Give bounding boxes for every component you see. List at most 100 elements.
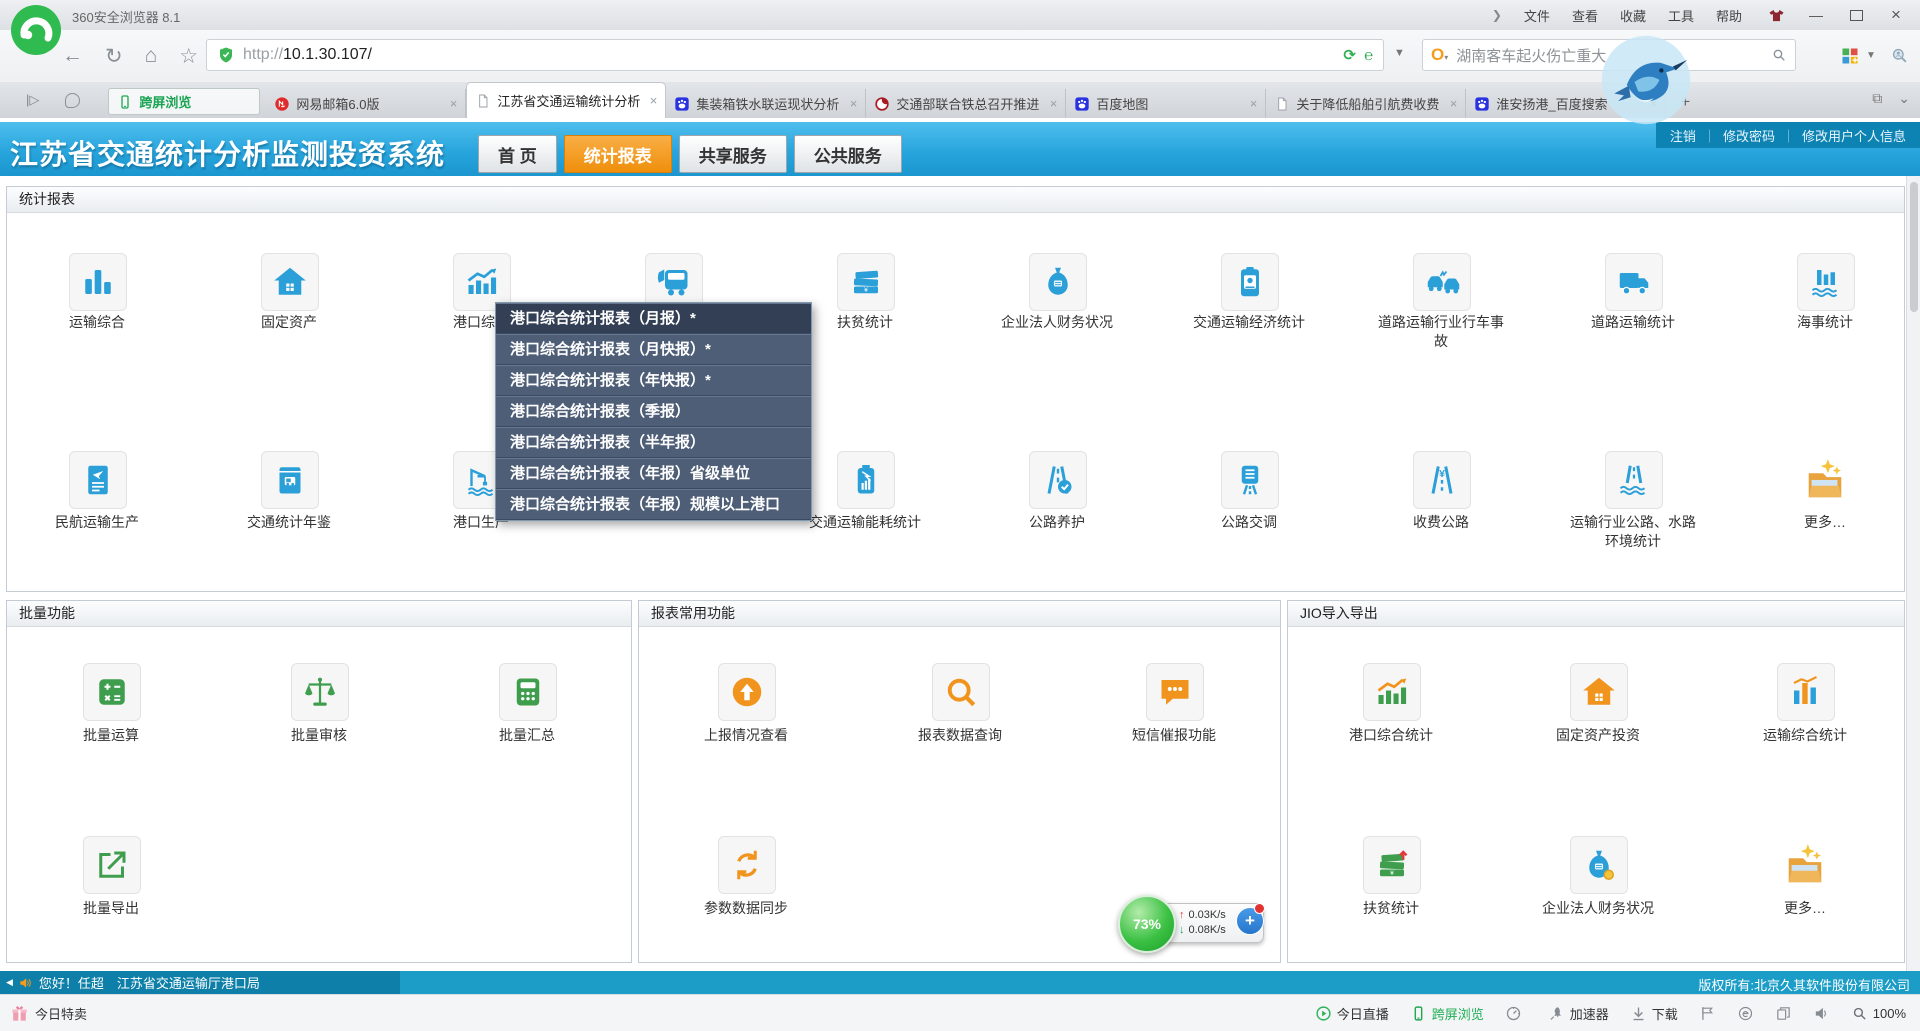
- jio-item[interactable]: ¥: [1363, 836, 1421, 894]
- tab-mot-news[interactable]: 交通部联合铁总召开推进 ×: [866, 89, 1066, 118]
- mute-button[interactable]: [1813, 1005, 1830, 1022]
- report-item[interactable]: [1221, 451, 1279, 509]
- ie-mode-button[interactable]: [1737, 1005, 1754, 1022]
- tab-close-icon[interactable]: ×: [1250, 96, 1258, 111]
- jio-item-label[interactable]: 港口综合统计: [1316, 726, 1466, 745]
- tab-close-icon[interactable]: ×: [450, 96, 458, 111]
- report-item[interactable]: [1029, 451, 1087, 509]
- search-engine-icon[interactable]: O▾: [1431, 45, 1448, 65]
- tab-expand-icon[interactable]: |▷: [26, 92, 39, 108]
- download-button[interactable]: 下载: [1630, 1004, 1678, 1023]
- logout-link[interactable]: 注销: [1670, 126, 1696, 145]
- jio-item-label[interactable]: 运输综合统计: [1730, 726, 1880, 745]
- report-item-label[interactable]: 运输行业公路、水路环境统计: [1566, 513, 1700, 551]
- common-item-label[interactable]: 上报情况查看: [671, 726, 821, 745]
- report-item[interactable]: [1029, 253, 1087, 311]
- report-item-label[interactable]: 公路养护: [990, 513, 1124, 532]
- batch-item[interactable]: [499, 663, 557, 721]
- nav-shared-services[interactable]: 共享服务: [679, 135, 787, 173]
- common-item[interactable]: [718, 836, 776, 894]
- menu-item-semiannual[interactable]: 港口综合统计报表（半年报）: [496, 427, 811, 458]
- minimize-button[interactable]: —: [1796, 0, 1836, 30]
- nav-public-services[interactable]: 公共服务: [794, 135, 902, 173]
- batch-item-label[interactable]: 批量运算: [36, 726, 186, 745]
- report-item-label[interactable]: 道路运输行业行车事故: [1374, 313, 1508, 351]
- recently-closed-icon[interactable]: [65, 93, 80, 108]
- home-icon[interactable]: ⌂: [145, 44, 158, 68]
- tab-cross-screen[interactable]: 跨屏浏览: [108, 88, 260, 115]
- flag-button[interactable]: [1699, 1005, 1716, 1022]
- report-item-label[interactable]: 收费公路: [1374, 513, 1508, 532]
- tabbar-chevron-down-icon[interactable]: ⌄: [1898, 90, 1910, 107]
- report-item[interactable]: [1221, 253, 1279, 311]
- report-item[interactable]: [69, 451, 127, 509]
- nav-statistical-reports[interactable]: 统计报表: [564, 135, 672, 173]
- menu-file[interactable]: 文件: [1524, 6, 1550, 25]
- report-item[interactable]: ¥: [1413, 451, 1471, 509]
- menu-favorites[interactable]: 收藏: [1620, 6, 1646, 25]
- report-item-label[interactable]: 交通运输经济统计: [1182, 313, 1316, 332]
- jio-item[interactable]: [1570, 836, 1628, 894]
- maximize-button[interactable]: [1836, 0, 1876, 30]
- menu-view[interactable]: 查看: [1572, 6, 1598, 25]
- netshield-icon[interactable]: ℮: [1364, 47, 1373, 64]
- jio-item[interactable]: [1777, 836, 1833, 892]
- menu-item-annual-flash[interactable]: 港口综合统计报表（年快报）*: [496, 365, 811, 396]
- scrollbar-thumb[interactable]: [1910, 182, 1918, 312]
- report-item[interactable]: [261, 451, 319, 509]
- jio-item-label[interactable]: 扶贫统计: [1316, 899, 1466, 918]
- report-item-label[interactable]: 运输综合: [30, 313, 164, 332]
- batch-item-label[interactable]: 批量审核: [244, 726, 394, 745]
- address-bar[interactable]: http://10.1.30.107/ ⟳ ℮: [206, 39, 1384, 71]
- extension-refresh-icon[interactable]: ⟳: [1343, 46, 1356, 64]
- common-item[interactable]: [718, 663, 776, 721]
- report-item-label[interactable]: 公路交调: [1182, 513, 1316, 532]
- jio-item[interactable]: [1363, 663, 1421, 721]
- jio-item-label[interactable]: 更多…: [1730, 899, 1880, 918]
- report-item[interactable]: [69, 253, 127, 311]
- tab-close-icon[interactable]: ×: [1050, 96, 1058, 111]
- url-dropdown-icon[interactable]: ▼: [1394, 47, 1405, 59]
- collapse-left-icon[interactable]: ◀: [6, 977, 13, 988]
- menu-item-monthly-flash[interactable]: 港口综合统计报表（月快报）*: [496, 334, 811, 365]
- refresh-icon[interactable]: ↻: [105, 44, 123, 69]
- theme-skin-icon[interactable]: [1756, 0, 1796, 30]
- apps-dropdown-icon[interactable]: ▼: [1866, 50, 1876, 61]
- jio-item-label[interactable]: 企业法人财务状况: [1523, 899, 1673, 918]
- common-item[interactable]: [932, 663, 990, 721]
- login-search-icon[interactable]: [1890, 46, 1909, 65]
- report-item-label[interactable]: 扶贫统计: [798, 313, 932, 332]
- report-item[interactable]: [261, 253, 319, 311]
- tab-netease-mail[interactable]: 网易邮箱6.0版 ×: [266, 89, 466, 118]
- tab-list-icon[interactable]: ⧉: [1872, 90, 1882, 107]
- report-item[interactable]: [1605, 253, 1663, 311]
- batch-item[interactable]: [83, 663, 141, 721]
- batch-item[interactable]: [291, 663, 349, 721]
- windows-button[interactable]: [1775, 1005, 1792, 1022]
- cross-screen-button[interactable]: 跨屏浏览: [1410, 1004, 1484, 1023]
- accelerator-button[interactable]: 加速器: [1548, 1004, 1609, 1023]
- report-item[interactable]: ¥: [837, 253, 895, 311]
- daily-deals-button[interactable]: 今日特卖: [10, 995, 87, 1031]
- memory-percent-ball[interactable]: 73%: [1118, 895, 1176, 953]
- tab-baidu-map[interactable]: 百度地图 ×: [1066, 89, 1266, 118]
- report-item-label[interactable]: 固定资产: [222, 313, 356, 332]
- report-item[interactable]: [1797, 253, 1855, 311]
- bird-overlay-icon[interactable]: [1598, 32, 1694, 128]
- common-item-label[interactable]: 短信催报功能: [1099, 726, 1249, 745]
- menu-tools[interactable]: 工具: [1668, 6, 1694, 25]
- apps-grid-icon[interactable]: [1840, 46, 1860, 66]
- edit-profile-link[interactable]: 修改用户个人信息: [1802, 126, 1906, 145]
- nav-home[interactable]: 首 页: [478, 135, 557, 173]
- menu-item-annual-province[interactable]: 港口综合统计报表（年报）省级单位: [496, 458, 811, 489]
- network-speed-widget[interactable]: ↑ 0.03K/s ↓ 0.08K/s + 73%: [1118, 895, 1274, 955]
- report-item[interactable]: [1413, 253, 1471, 311]
- batch-item-label[interactable]: 批量导出: [36, 899, 186, 918]
- browser-logo-icon[interactable]: [10, 4, 62, 56]
- common-item[interactable]: [1146, 663, 1204, 721]
- report-item[interactable]: [1797, 451, 1853, 507]
- tab-jiangsu-stats-active[interactable]: 江苏省交通运输统计分析 ×: [466, 82, 666, 118]
- close-button[interactable]: ×: [1876, 0, 1916, 30]
- report-item-label[interactable]: 更多…: [1758, 513, 1892, 532]
- jio-item[interactable]: [1777, 663, 1835, 721]
